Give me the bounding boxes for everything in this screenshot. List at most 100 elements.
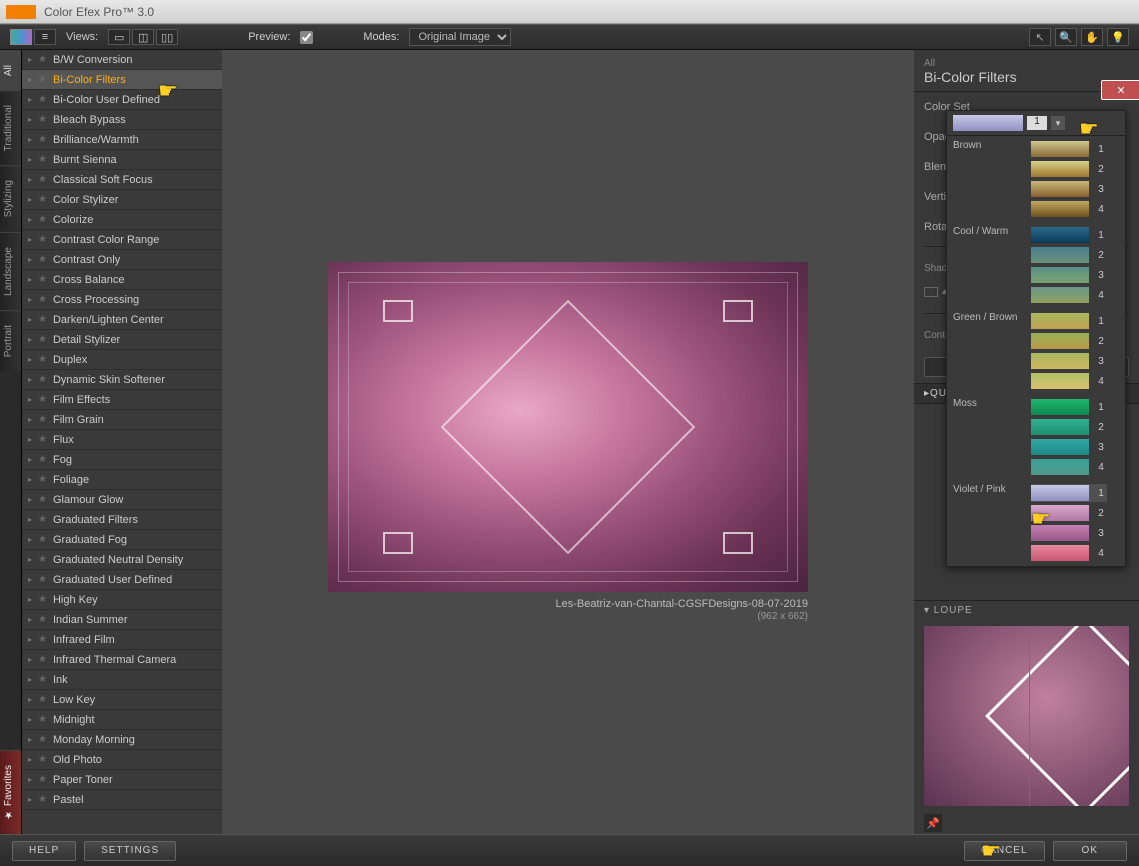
category-tab-favorites[interactable]: ★ Favorites xyxy=(0,750,21,834)
settings-button[interactable]: SETTINGS xyxy=(84,841,176,861)
filter-item[interactable]: ▸★Graduated Fog xyxy=(22,530,222,550)
help-button[interactable]: HELP xyxy=(12,841,76,861)
color-swatch-row[interactable]: 3 xyxy=(1031,180,1107,198)
star-icon[interactable]: ★ xyxy=(38,154,47,165)
category-tab-landscape[interactable]: Landscape xyxy=(0,232,21,310)
filter-item[interactable]: ▸★Paper Toner xyxy=(22,770,222,790)
star-icon[interactable]: ★ xyxy=(38,574,47,585)
color-swatch-row[interactable]: 2 xyxy=(1031,418,1107,436)
star-icon[interactable]: ★ xyxy=(38,74,47,85)
filter-item[interactable]: ▸★Graduated User Defined xyxy=(22,570,222,590)
color-swatch-row[interactable]: 1 xyxy=(1031,312,1107,330)
filter-item[interactable]: ▸★Burnt Sienna xyxy=(22,150,222,170)
color-swatch-row[interactable]: 3 xyxy=(1031,524,1107,542)
filter-item[interactable]: ▸★Glamour Glow xyxy=(22,490,222,510)
view-side-icon[interactable]: ▯▯ xyxy=(156,29,178,45)
color-swatch-row[interactable]: 4 xyxy=(1031,372,1107,390)
star-icon[interactable]: ★ xyxy=(38,194,47,205)
view-split-icon[interactable]: ◫ xyxy=(132,29,154,45)
navigator-thumb-icon[interactable] xyxy=(10,29,32,45)
star-icon[interactable]: ★ xyxy=(38,334,47,345)
filter-item[interactable]: ▸★Detail Stylizer xyxy=(22,330,222,350)
star-icon[interactable]: ★ xyxy=(38,514,47,525)
star-icon[interactable]: ★ xyxy=(38,454,47,465)
star-icon[interactable]: ★ xyxy=(38,114,47,125)
star-icon[interactable]: ★ xyxy=(38,614,47,625)
filter-item[interactable]: ▸★Dynamic Skin Softener xyxy=(22,370,222,390)
color-swatch-row[interactable]: 3 xyxy=(1031,266,1107,284)
star-icon[interactable]: ★ xyxy=(38,374,47,385)
filter-item[interactable]: ▸★Midnight xyxy=(22,710,222,730)
cancel-button[interactable]: CANCEL xyxy=(964,841,1045,861)
filter-item[interactable]: ▸★Brilliance/Warmth xyxy=(22,130,222,150)
filter-item[interactable]: ▸★Infrared Film xyxy=(22,630,222,650)
star-icon[interactable]: ★ xyxy=(38,754,47,765)
filter-item[interactable]: ▸★Ink xyxy=(22,670,222,690)
filter-item[interactable]: ▸★Darken/Lighten Center xyxy=(22,310,222,330)
star-icon[interactable]: ★ xyxy=(38,734,47,745)
star-icon[interactable]: ★ xyxy=(38,274,47,285)
category-tab-portrait[interactable]: Portrait xyxy=(0,310,21,371)
filter-item[interactable]: ▸★Graduated Neutral Density xyxy=(22,550,222,570)
color-swatch-row[interactable]: 4 xyxy=(1031,458,1107,476)
filter-item[interactable]: ▸★Indian Summer xyxy=(22,610,222,630)
modes-dropdown[interactable]: Original Image xyxy=(409,28,511,46)
color-set-dropdown-toggle[interactable]: ▾ xyxy=(1051,116,1065,130)
close-button[interactable]: ✕ xyxy=(1101,80,1139,100)
filter-item[interactable]: ▸★Contrast Color Range xyxy=(22,230,222,250)
star-icon[interactable]: ★ xyxy=(38,314,47,325)
star-icon[interactable]: ★ xyxy=(38,54,47,65)
color-swatch-row[interactable]: 4 xyxy=(1031,286,1107,304)
filter-item[interactable]: ▸★Infrared Thermal Camera xyxy=(22,650,222,670)
filter-item[interactable]: ▸★Film Grain xyxy=(22,410,222,430)
filter-item[interactable]: ▸★High Key xyxy=(22,590,222,610)
filter-item[interactable]: ▸★Monday Morning xyxy=(22,730,222,750)
color-swatch-row[interactable]: 4 xyxy=(1031,200,1107,218)
filter-item[interactable]: ▸★Color Stylizer xyxy=(22,190,222,210)
color-swatch-row[interactable]: 3 xyxy=(1031,352,1107,370)
light-tool-icon[interactable]: 💡 xyxy=(1107,28,1129,46)
filter-item[interactable]: ▸★Cross Processing xyxy=(22,290,222,310)
star-icon[interactable]: ★ xyxy=(38,474,47,485)
color-set-value[interactable]: 1 xyxy=(1027,116,1047,130)
star-icon[interactable]: ★ xyxy=(38,494,47,505)
color-swatch-row[interactable]: 3 xyxy=(1031,438,1107,456)
filter-item[interactable]: ▸★Duplex xyxy=(22,350,222,370)
hand-tool-icon[interactable]: ✋ xyxy=(1081,28,1103,46)
color-swatch-row[interactable]: 2 xyxy=(1031,504,1107,522)
filter-item[interactable]: ▸★Bleach Bypass xyxy=(22,110,222,130)
filter-item[interactable]: ▸★Bi-Color Filters xyxy=(22,70,222,90)
select-tool-icon[interactable]: ↖ xyxy=(1029,28,1051,46)
filter-item[interactable]: ▸★Classical Soft Focus xyxy=(22,170,222,190)
color-swatch-row[interactable]: 2 xyxy=(1031,246,1107,264)
star-icon[interactable]: ★ xyxy=(38,294,47,305)
color-swatch-row[interactable]: 1 xyxy=(1031,484,1107,502)
star-icon[interactable]: ★ xyxy=(38,654,47,665)
color-swatch-row[interactable]: 2 xyxy=(1031,160,1107,178)
filter-item[interactable]: ▸★Colorize xyxy=(22,210,222,230)
color-swatch-row[interactable]: 2 xyxy=(1031,332,1107,350)
star-icon[interactable]: ★ xyxy=(38,674,47,685)
star-icon[interactable]: ★ xyxy=(38,254,47,265)
star-icon[interactable]: ★ xyxy=(38,414,47,425)
filter-item[interactable]: ▸★Fog xyxy=(22,450,222,470)
ok-button[interactable]: OK xyxy=(1053,841,1127,861)
star-icon[interactable]: ★ xyxy=(38,594,47,605)
category-tab-traditional[interactable]: Traditional xyxy=(0,90,21,165)
filter-item[interactable]: ▸★Flux xyxy=(22,430,222,450)
filter-item[interactable]: ▸★Graduated Filters xyxy=(22,510,222,530)
loupe-pin-button[interactable]: 📌 xyxy=(924,814,942,832)
star-icon[interactable]: ★ xyxy=(38,774,47,785)
view-single-icon[interactable]: ▭ xyxy=(108,29,130,45)
color-swatch-row[interactable]: 1 xyxy=(1031,226,1107,244)
preview-checkbox[interactable] xyxy=(300,31,313,44)
filter-item[interactable]: ▸★Low Key xyxy=(22,690,222,710)
star-icon[interactable]: ★ xyxy=(38,174,47,185)
filter-item[interactable]: ▸★Film Effects xyxy=(22,390,222,410)
star-icon[interactable]: ★ xyxy=(38,394,47,405)
star-icon[interactable]: ★ xyxy=(38,214,47,225)
category-tab-all[interactable]: All xyxy=(0,50,21,90)
star-icon[interactable]: ★ xyxy=(38,134,47,145)
filter-item[interactable]: ▸★Bi-Color User Defined xyxy=(22,90,222,110)
zoom-tool-icon[interactable]: 🔍 xyxy=(1055,28,1077,46)
